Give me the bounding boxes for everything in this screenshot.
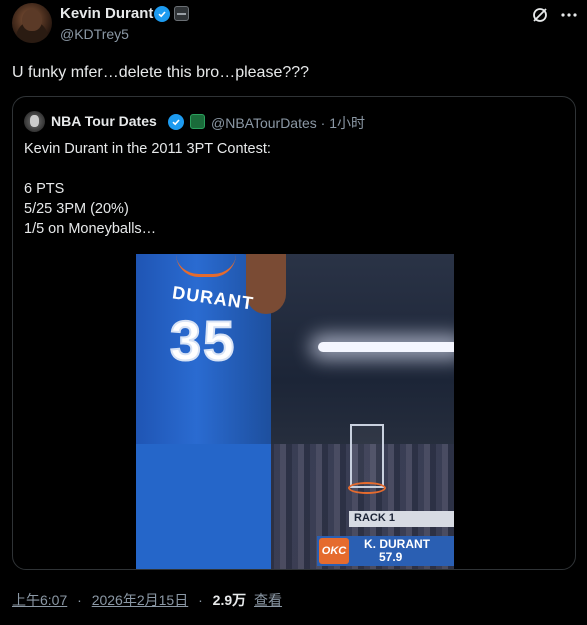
meta-separator: · bbox=[77, 592, 82, 608]
tweet-meta: 上午6:07 · 2026年2月15日 · 2.9万 查看 bbox=[12, 590, 282, 610]
score-player-name: K. DURANT bbox=[364, 537, 430, 551]
quoted-line: 5/25 3PM (20%) bbox=[24, 201, 129, 217]
quoted-line bbox=[24, 159, 271, 179]
jersey-number: 35 bbox=[169, 308, 237, 373]
quoted-line: 1/5 on Moneyballs… bbox=[24, 221, 157, 237]
more-options-icon[interactable] bbox=[560, 6, 578, 24]
backboard bbox=[350, 424, 384, 488]
tweet: Kevin Durant @KDTrey5 U funky mfer…delet… bbox=[0, 0, 587, 625]
quoted-video-thumbnail[interactable]: RACK 1 OKC K. DURANT 57.9 DURANT 35 bbox=[136, 254, 454, 569]
hoop bbox=[348, 482, 386, 494]
quoted-line: Kevin Durant in the 2011 3PT Contest: bbox=[24, 141, 271, 157]
player-shorts bbox=[136, 444, 271, 569]
rack-label: RACK 1 bbox=[354, 512, 395, 524]
tweet-date[interactable]: 2026年2月15日 bbox=[92, 592, 189, 608]
views-label[interactable]: 查看 bbox=[254, 592, 282, 608]
author-avatar[interactable] bbox=[12, 3, 52, 43]
affiliation-badge-icon[interactable] bbox=[174, 6, 189, 21]
quoted-affiliation-badge-icon bbox=[190, 114, 205, 129]
quoted-handle-time[interactable]: @NBATourDates · 1小时 bbox=[211, 113, 365, 133]
quoted-author-avatar[interactable] bbox=[24, 111, 45, 132]
quoted-tweet[interactable]: NBA Tour Dates @NBATourDates · 1小时 Kevin… bbox=[12, 96, 576, 570]
quoted-author-name[interactable]: NBA Tour Dates bbox=[51, 113, 157, 129]
view-count[interactable]: 2.9万 bbox=[213, 592, 246, 608]
tweet-time[interactable]: 上午6:07 bbox=[12, 592, 67, 608]
quoted-line: 6 PTS bbox=[24, 181, 65, 197]
grok-icon[interactable] bbox=[531, 6, 549, 24]
score-value: 57.9 bbox=[379, 550, 403, 564]
quoted-tweet-text: Kevin Durant in the 2011 3PT Contest: 6 … bbox=[24, 139, 271, 239]
author-handle[interactable]: @KDTrey5 bbox=[60, 26, 129, 42]
arena-light bbox=[318, 342, 454, 352]
quoted-verified-badge-icon bbox=[168, 114, 184, 130]
tweet-text: U funky mfer…delete this bro…please??? bbox=[12, 64, 310, 81]
author-name[interactable]: Kevin Durant bbox=[60, 5, 153, 22]
team-logo: OKC bbox=[319, 538, 349, 564]
verified-badge-icon[interactable] bbox=[154, 6, 170, 22]
meta-separator: · bbox=[198, 592, 203, 608]
